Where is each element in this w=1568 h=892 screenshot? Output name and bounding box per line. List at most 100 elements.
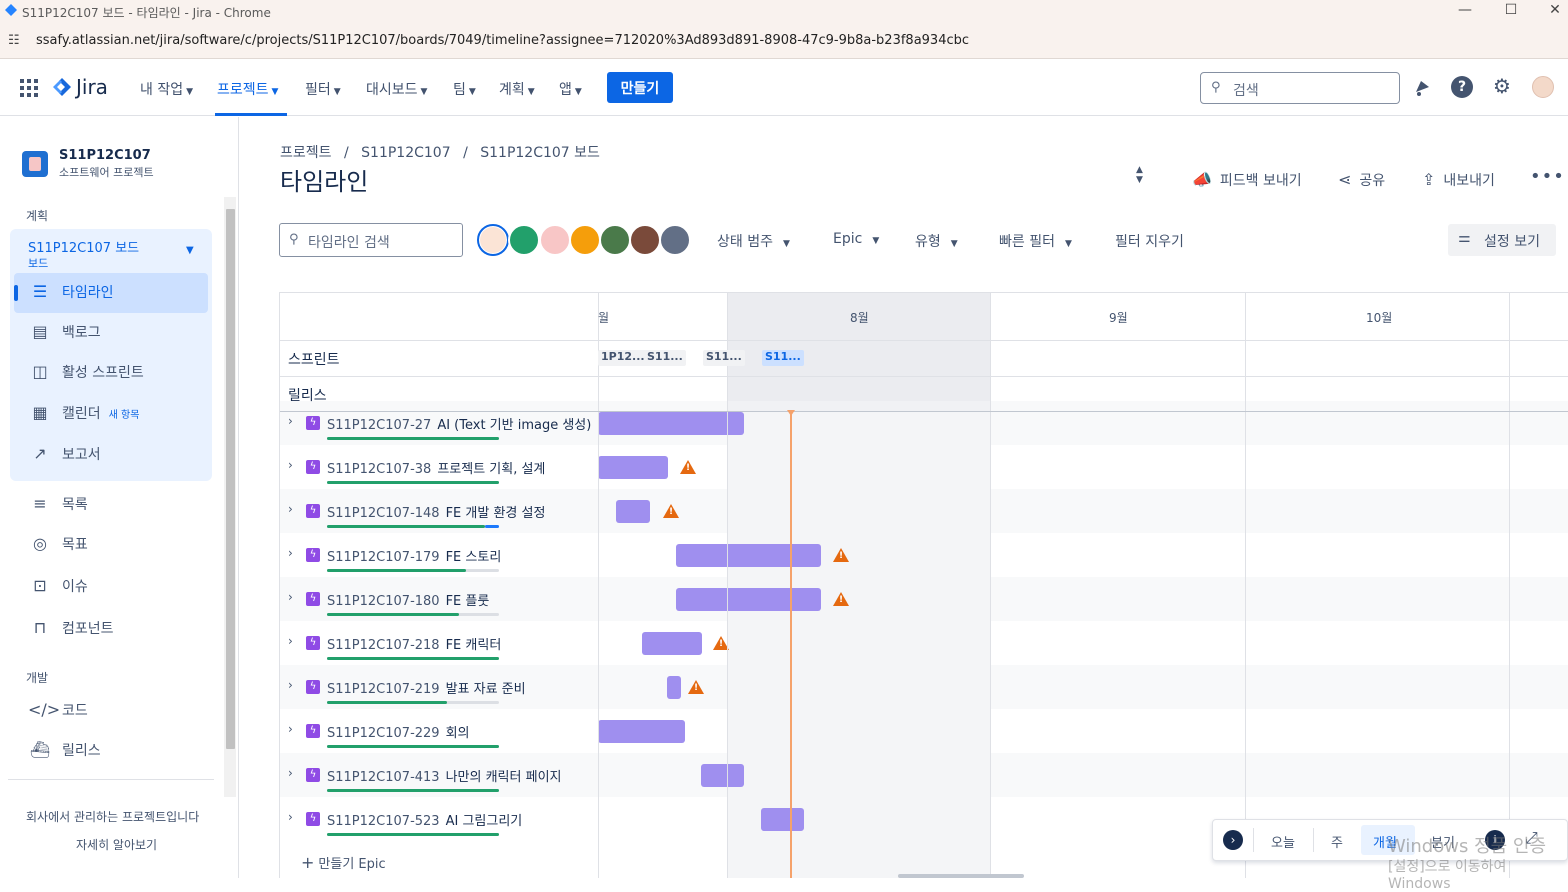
epic-timeline-bar[interactable] xyxy=(676,588,821,611)
breadcrumb-projects[interactable]: 프로젝트 xyxy=(280,145,332,161)
warning-icon[interactable]: ! xyxy=(833,548,849,562)
avatar-filter-user-3[interactable] xyxy=(539,224,571,256)
project-name[interactable]: S11P12C107 xyxy=(59,148,151,163)
app-switcher-icon[interactable] xyxy=(20,79,38,97)
nav-filters[interactable]: 필터 ▼ xyxy=(305,79,341,99)
epic-key[interactable]: S11P12C107-180 xyxy=(327,594,440,609)
epic-key[interactable]: S11P12C107-38 xyxy=(327,462,431,477)
epic-label[interactable]: S11P12C107-148 FE 개발 환경 설정 xyxy=(327,502,545,521)
sidebar-item-timeline[interactable]: ☰ 타임라인 xyxy=(28,282,114,306)
warning-icon[interactable]: ! xyxy=(663,504,679,518)
chevron-right-icon[interactable]: › xyxy=(288,458,293,472)
sidebar-item-active-sprint[interactable]: ◫ 활성 스프린트 xyxy=(28,362,143,386)
sidebar-item-components[interactable]: ⊓ 컴포넌트 xyxy=(28,618,114,642)
project-avatar[interactable] xyxy=(22,151,48,177)
board-selector[interactable]: S11P12C107 보드 xyxy=(28,237,139,256)
epic-key[interactable]: S11P12C107-148 xyxy=(327,506,440,521)
sprint-chip[interactable]: S11... xyxy=(644,350,686,366)
resize-handle-icon[interactable]: ▲ ▼ xyxy=(1136,165,1143,185)
chevron-right-icon[interactable]: › xyxy=(288,634,293,648)
epic-timeline-bar[interactable] xyxy=(642,632,702,655)
chevron-down-icon[interactable]: ▼ xyxy=(186,245,194,256)
settings-gear-icon[interactable]: ⚙ xyxy=(1491,76,1513,98)
jira-logo-icon[interactable] xyxy=(52,77,72,97)
zoom-week-button[interactable]: 주 xyxy=(1331,832,1343,851)
site-info-icon[interactable]: ☷ xyxy=(8,33,20,48)
chevron-right-icon[interactable]: › xyxy=(288,810,293,824)
epic-summary[interactable]: FE 개발 환경 설정 xyxy=(446,506,546,521)
sidebar-item-reports[interactable]: ↗ 보고서 xyxy=(28,444,100,468)
sidebar-item-list[interactable]: ≡ 목록 xyxy=(28,494,87,518)
help-icon[interactable]: ? xyxy=(1451,76,1473,98)
epic-timeline-bar[interactable] xyxy=(616,500,650,523)
notifications-icon[interactable] xyxy=(1411,77,1433,99)
epic-summary[interactable]: AI (Text 기반 image 생성) xyxy=(437,418,591,433)
nav-dashboards[interactable]: 대시보드 ▼ xyxy=(366,79,427,99)
global-search-input[interactable]: ⚲ 검색 xyxy=(1200,72,1400,104)
nav-plans[interactable]: 계획 ▼ xyxy=(499,79,535,99)
product-name[interactable]: Jira xyxy=(76,75,108,99)
create-button[interactable]: 만들기 xyxy=(607,72,673,103)
epic-timeline-bar[interactable] xyxy=(598,456,668,479)
url-text[interactable]: ssafy.atlassian.net/jira/software/c/proj… xyxy=(36,33,969,48)
epic-summary[interactable]: FE 캐릭터 xyxy=(446,638,502,653)
chevron-right-icon[interactable]: › xyxy=(288,546,293,560)
epic-key[interactable]: S11P12C107-179 xyxy=(327,550,440,565)
epic-key[interactable]: S11P12C107-523 xyxy=(327,814,440,829)
breadcrumb-board[interactable]: S11P12C107 보드 xyxy=(480,145,600,161)
sidebar-item-issues[interactable]: ⊡ 이슈 xyxy=(28,576,87,600)
sprint-chip-active[interactable]: S11... xyxy=(762,350,804,366)
epic-summary[interactable]: 회의 xyxy=(446,726,470,741)
address-bar[interactable]: ☷ ssafy.atlassian.net/jira/software/c/pr… xyxy=(0,22,1568,59)
epic-label[interactable]: S11P12C107-218 FE 캐릭터 xyxy=(327,634,501,653)
sidebar-item-backlog[interactable]: ▤ 백로그 xyxy=(28,322,100,346)
nav-your-work[interactable]: 내 작업 ▼ xyxy=(140,79,193,99)
chevron-right-icon[interactable]: › xyxy=(288,414,293,428)
epic-summary[interactable]: FE 스토리 xyxy=(446,550,502,565)
sprint-chip[interactable]: S11... xyxy=(703,350,745,366)
epic-key[interactable]: S11P12C107-413 xyxy=(327,770,440,785)
chevron-right-icon[interactable]: › xyxy=(288,722,293,736)
epic-summary[interactable]: FE 플룻 xyxy=(446,594,490,609)
epic-label[interactable]: S11P12C107-179 FE 스토리 xyxy=(327,546,501,565)
sidebar-item-releases[interactable]: ⛴ 릴리스 xyxy=(28,740,101,764)
chevron-right-icon[interactable]: › xyxy=(288,678,293,692)
minimize-icon[interactable]: — xyxy=(1442,0,1488,22)
chevron-right-icon[interactable]: › xyxy=(288,766,293,780)
view-settings-button[interactable]: ⚌ 설정 보기 xyxy=(1448,224,1556,256)
breadcrumb-project[interactable]: S11P12C107 xyxy=(361,145,450,161)
epic-label[interactable]: S11P12C107-27 AI (Text 기반 image 생성) xyxy=(327,414,591,433)
sprint-chip[interactable]: 1P12... xyxy=(598,350,648,366)
epic-summary[interactable]: 나만의 캐릭터 페이지 xyxy=(446,770,562,785)
epic-label[interactable]: S11P12C107-180 FE 플룻 xyxy=(327,590,489,609)
epic-timeline-bar[interactable] xyxy=(701,764,744,787)
avatar-filter-user-6[interactable] xyxy=(629,224,661,256)
sidebar-item-calendar[interactable]: ▦ 캘린더 새 항목 xyxy=(28,403,139,427)
export-button[interactable]: ⇪ 내보내기 xyxy=(1422,170,1495,190)
chevron-right-icon[interactable]: › xyxy=(1223,830,1243,850)
filter-type[interactable]: 유형 ▼ xyxy=(915,231,958,251)
filter-epic[interactable]: Epic ▼ xyxy=(833,231,879,247)
warning-icon[interactable]: ! xyxy=(833,592,849,606)
sidebar-scrollbar-thumb[interactable] xyxy=(226,209,235,749)
nav-teams[interactable]: 팀 ▼ xyxy=(453,79,476,99)
avatar-filter-me[interactable] xyxy=(477,224,509,256)
epic-label[interactable]: S11P12C107-523 AI 그림그리기 xyxy=(327,810,522,829)
epic-label[interactable]: S11P12C107-219 발표 자료 준비 xyxy=(327,678,526,697)
epic-timeline-bar[interactable] xyxy=(598,720,685,743)
avatar-filter-user-2[interactable] xyxy=(508,224,540,256)
epic-timeline-bar[interactable] xyxy=(598,412,744,435)
maximize-icon[interactable]: ☐ xyxy=(1488,0,1534,22)
epic-key[interactable]: S11P12C107-27 xyxy=(327,418,431,433)
epic-summary[interactable]: 프로젝트 기획, 설계 xyxy=(437,462,545,477)
epic-key[interactable]: S11P12C107-219 xyxy=(327,682,440,697)
create-epic-button[interactable]: + 만들기 Epic xyxy=(301,853,386,872)
epic-summary[interactable]: AI 그림그리기 xyxy=(446,814,523,829)
avatar-filter-user-4[interactable] xyxy=(569,224,601,256)
epic-key[interactable]: S11P12C107-229 xyxy=(327,726,440,741)
more-actions-icon[interactable]: ••• xyxy=(1530,166,1565,187)
epic-summary[interactable]: 발표 자료 준비 xyxy=(446,682,526,697)
avatar-filter-user-5[interactable] xyxy=(599,224,631,256)
filter-quick[interactable]: 빠른 필터 ▼ xyxy=(999,231,1072,251)
epic-label[interactable]: S11P12C107-38 프로젝트 기획, 설계 xyxy=(327,458,545,477)
